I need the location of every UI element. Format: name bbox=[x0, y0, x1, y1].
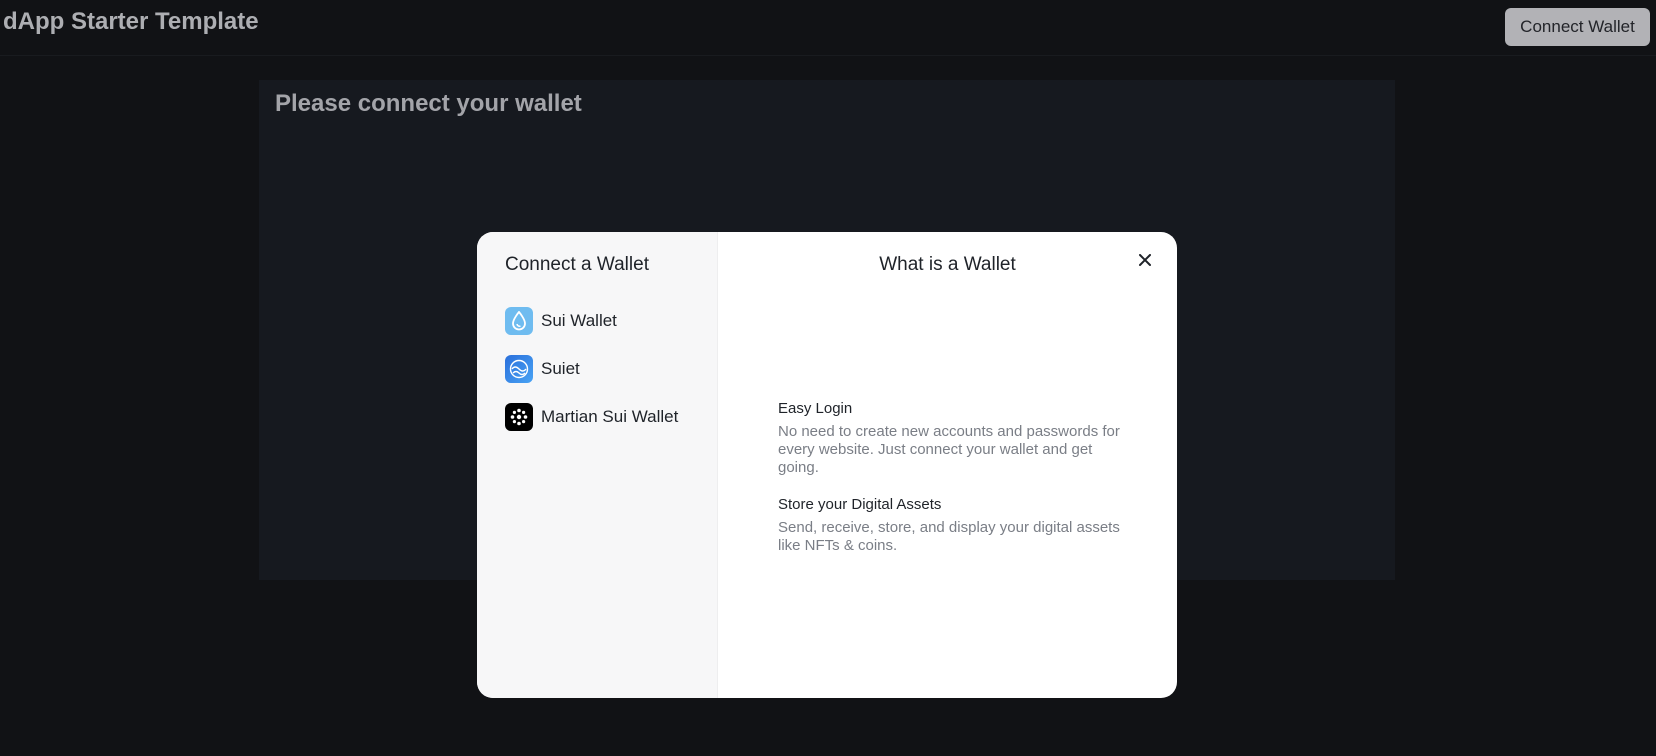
feature-description: No need to create new accounts and passw… bbox=[778, 423, 1120, 476]
feature-easy-login: Easy Login No need to create new account… bbox=[778, 400, 1128, 477]
wallet-item-martian-sui-wallet[interactable]: Martian Sui Wallet bbox=[505, 403, 678, 431]
modal-right-title: What is a Wallet bbox=[879, 254, 1016, 275]
feature-title: Store your Digital Assets bbox=[778, 496, 942, 513]
wallet-list: Sui Wallet Suiet Martian Sui Wallet bbox=[505, 307, 678, 451]
wallet-label: Sui Wallet bbox=[541, 311, 617, 330]
connect-wallet-modal: Connect a Wallet Sui Wallet Suiet Martia… bbox=[477, 232, 1177, 698]
modal-left-title: Connect a Wallet bbox=[505, 254, 649, 275]
feature-store-assets: Store your Digital Assets Send, receive,… bbox=[778, 496, 1128, 555]
wallet-info-panel: What is a Wallet Easy Login No need to c… bbox=[718, 232, 1177, 698]
martian-icon bbox=[505, 403, 533, 431]
wallet-label: Martian Sui Wallet bbox=[541, 407, 679, 426]
feature-title: Easy Login bbox=[778, 400, 853, 417]
sui-drop-icon bbox=[505, 307, 533, 335]
close-button[interactable] bbox=[1135, 252, 1155, 272]
wallet-list-panel: Connect a Wallet Sui Wallet Suiet Martia… bbox=[477, 232, 718, 698]
suiet-waves-icon bbox=[505, 355, 533, 383]
page: dApp Starter Template Connect Wallet Ple… bbox=[0, 0, 1656, 756]
wallet-item-suiet[interactable]: Suiet bbox=[505, 355, 678, 383]
close-icon bbox=[1139, 253, 1151, 271]
feature-description: Send, receive, store, and display your d… bbox=[778, 519, 1120, 554]
wallet-item-sui-wallet[interactable]: Sui Wallet bbox=[505, 307, 678, 335]
wallet-label: Suiet bbox=[541, 359, 580, 378]
